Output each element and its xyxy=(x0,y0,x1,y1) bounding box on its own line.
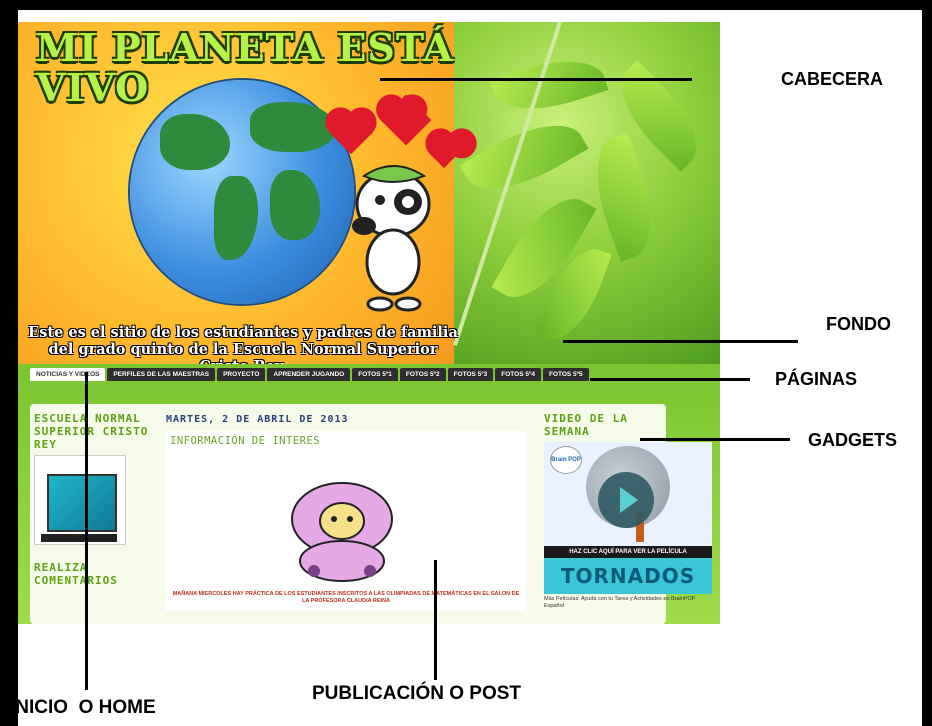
continent xyxy=(160,114,230,170)
tab-noticias-videos[interactable]: NOTICIAS Y VIDEOS xyxy=(30,368,106,381)
continent xyxy=(250,102,336,152)
publicacion-label: PUBLICACIÓN O POST xyxy=(312,683,522,704)
gadgets-pointer-line xyxy=(640,438,790,441)
left-sidebar: ESCUELA NORMAL SUPERIOR CRISTO REY REALI… xyxy=(34,412,154,587)
cabecera-label: CABECERA xyxy=(781,69,884,89)
tagline-line1: Este es el sitio de los estudiantes y pa… xyxy=(28,324,458,341)
tab-fotos-51[interactable]: FOTOS 5º1 xyxy=(352,368,398,381)
inicio-pointer-line xyxy=(85,372,88,690)
inicio-label: INICIO O HOME xyxy=(10,697,156,718)
publicacion-pointer-line xyxy=(434,560,437,680)
post-body: INFORMACIÓN DE INTERES MAÑANA MIERCOLES … xyxy=(166,431,526,611)
blog-title-line1: MI PLANETA ESTÁ xyxy=(36,25,454,70)
continent xyxy=(214,176,258,260)
bunny-illustration xyxy=(291,482,393,582)
blog-main-content: ESCUELA NORMAL SUPERIOR CRISTO REY REALI… xyxy=(30,404,712,624)
continent xyxy=(270,170,320,240)
brainpop-logo: Brain POP xyxy=(550,446,582,474)
tab-fotos-52[interactable]: FOTOS 5º2 xyxy=(399,368,446,381)
cabecera-pointer-line xyxy=(380,78,692,81)
post-text: MAÑANA MIERCOLES HAY PRÁCTICA DE LOS EST… xyxy=(172,591,520,604)
video-title: TORNADOS xyxy=(544,558,712,594)
blog-header: MI PLANETA ESTÁ VIVO Este es el sitio de… xyxy=(18,22,720,364)
blog-post: MARTES, 2 DE ABRIL DE 2013 INFORMACIÓN D… xyxy=(166,404,526,611)
left-black-bar xyxy=(0,0,18,726)
sidebar-gadget-title: ESCUELA NORMAL SUPERIOR CRISTO REY xyxy=(34,412,149,451)
leaf-shape xyxy=(459,105,589,209)
blog-screenshot: MI PLANETA ESTÁ VIVO Este es el sitio de… xyxy=(18,22,720,624)
header-leaf-background xyxy=(454,22,720,364)
paginas-label: PÁGINAS xyxy=(775,369,858,389)
blog-tagline: Este es el sitio de los estudiantes y pa… xyxy=(28,324,458,364)
leaf-shape xyxy=(579,132,669,262)
paginas-pointer-line xyxy=(590,378,750,381)
tab-proyecto[interactable]: PROYECTO xyxy=(217,368,266,381)
video-thumbnail[interactable]: Brain POP HAZ CLIC AQUÍ PARA VER LA PELÍ… xyxy=(544,442,712,594)
tab-fotos-54[interactable]: FOTOS 5º4 xyxy=(495,368,541,381)
school-logo-banner xyxy=(41,534,117,542)
right-sidebar: VIDEO DE LA SEMANA Brain POP HAZ CLIC AQ… xyxy=(544,412,712,610)
post-date: MARTES, 2 DE ABRIL DE 2013 xyxy=(166,414,349,425)
gadgets-label: GADGETS xyxy=(808,430,898,450)
comments-gadget-title: REALIZA COMENTARIOS xyxy=(34,561,118,587)
school-logo[interactable] xyxy=(34,455,126,545)
fondo-pointer-line xyxy=(563,340,798,343)
tab-fotos-55[interactable]: FOTOS 5º5 xyxy=(542,368,589,381)
fondo-label: FONDO xyxy=(826,314,891,334)
video-caption: Más Películas: Ayuda con tu Tarea y Acti… xyxy=(544,596,696,609)
post-title[interactable]: INFORMACIÓN DE INTERES xyxy=(166,431,526,451)
tagline-line2: del grado quinto de la Escuela Normal Su… xyxy=(48,341,438,364)
tab-perfiles[interactable]: PERFILES DE LAS MAESTRAS xyxy=(107,368,216,381)
play-icon[interactable] xyxy=(598,472,654,528)
pages-tab-bar: NOTICIAS Y VIDEOS PERFILES DE LAS MAESTRA… xyxy=(30,368,720,386)
tab-fotos-53[interactable]: FOTOS 5º3 xyxy=(447,368,494,381)
globe-illustration xyxy=(130,80,354,304)
video-cta-strip: HAZ CLIC AQUÍ PARA VER LA PELÍCULA xyxy=(544,546,712,558)
video-gadget-title: VIDEO DE LA SEMANA xyxy=(544,412,628,438)
school-logo-emblem xyxy=(47,474,117,532)
dog-cartoon xyxy=(352,165,431,312)
tab-aprender-jugando[interactable]: APRENDER JUGANDO xyxy=(267,368,351,381)
